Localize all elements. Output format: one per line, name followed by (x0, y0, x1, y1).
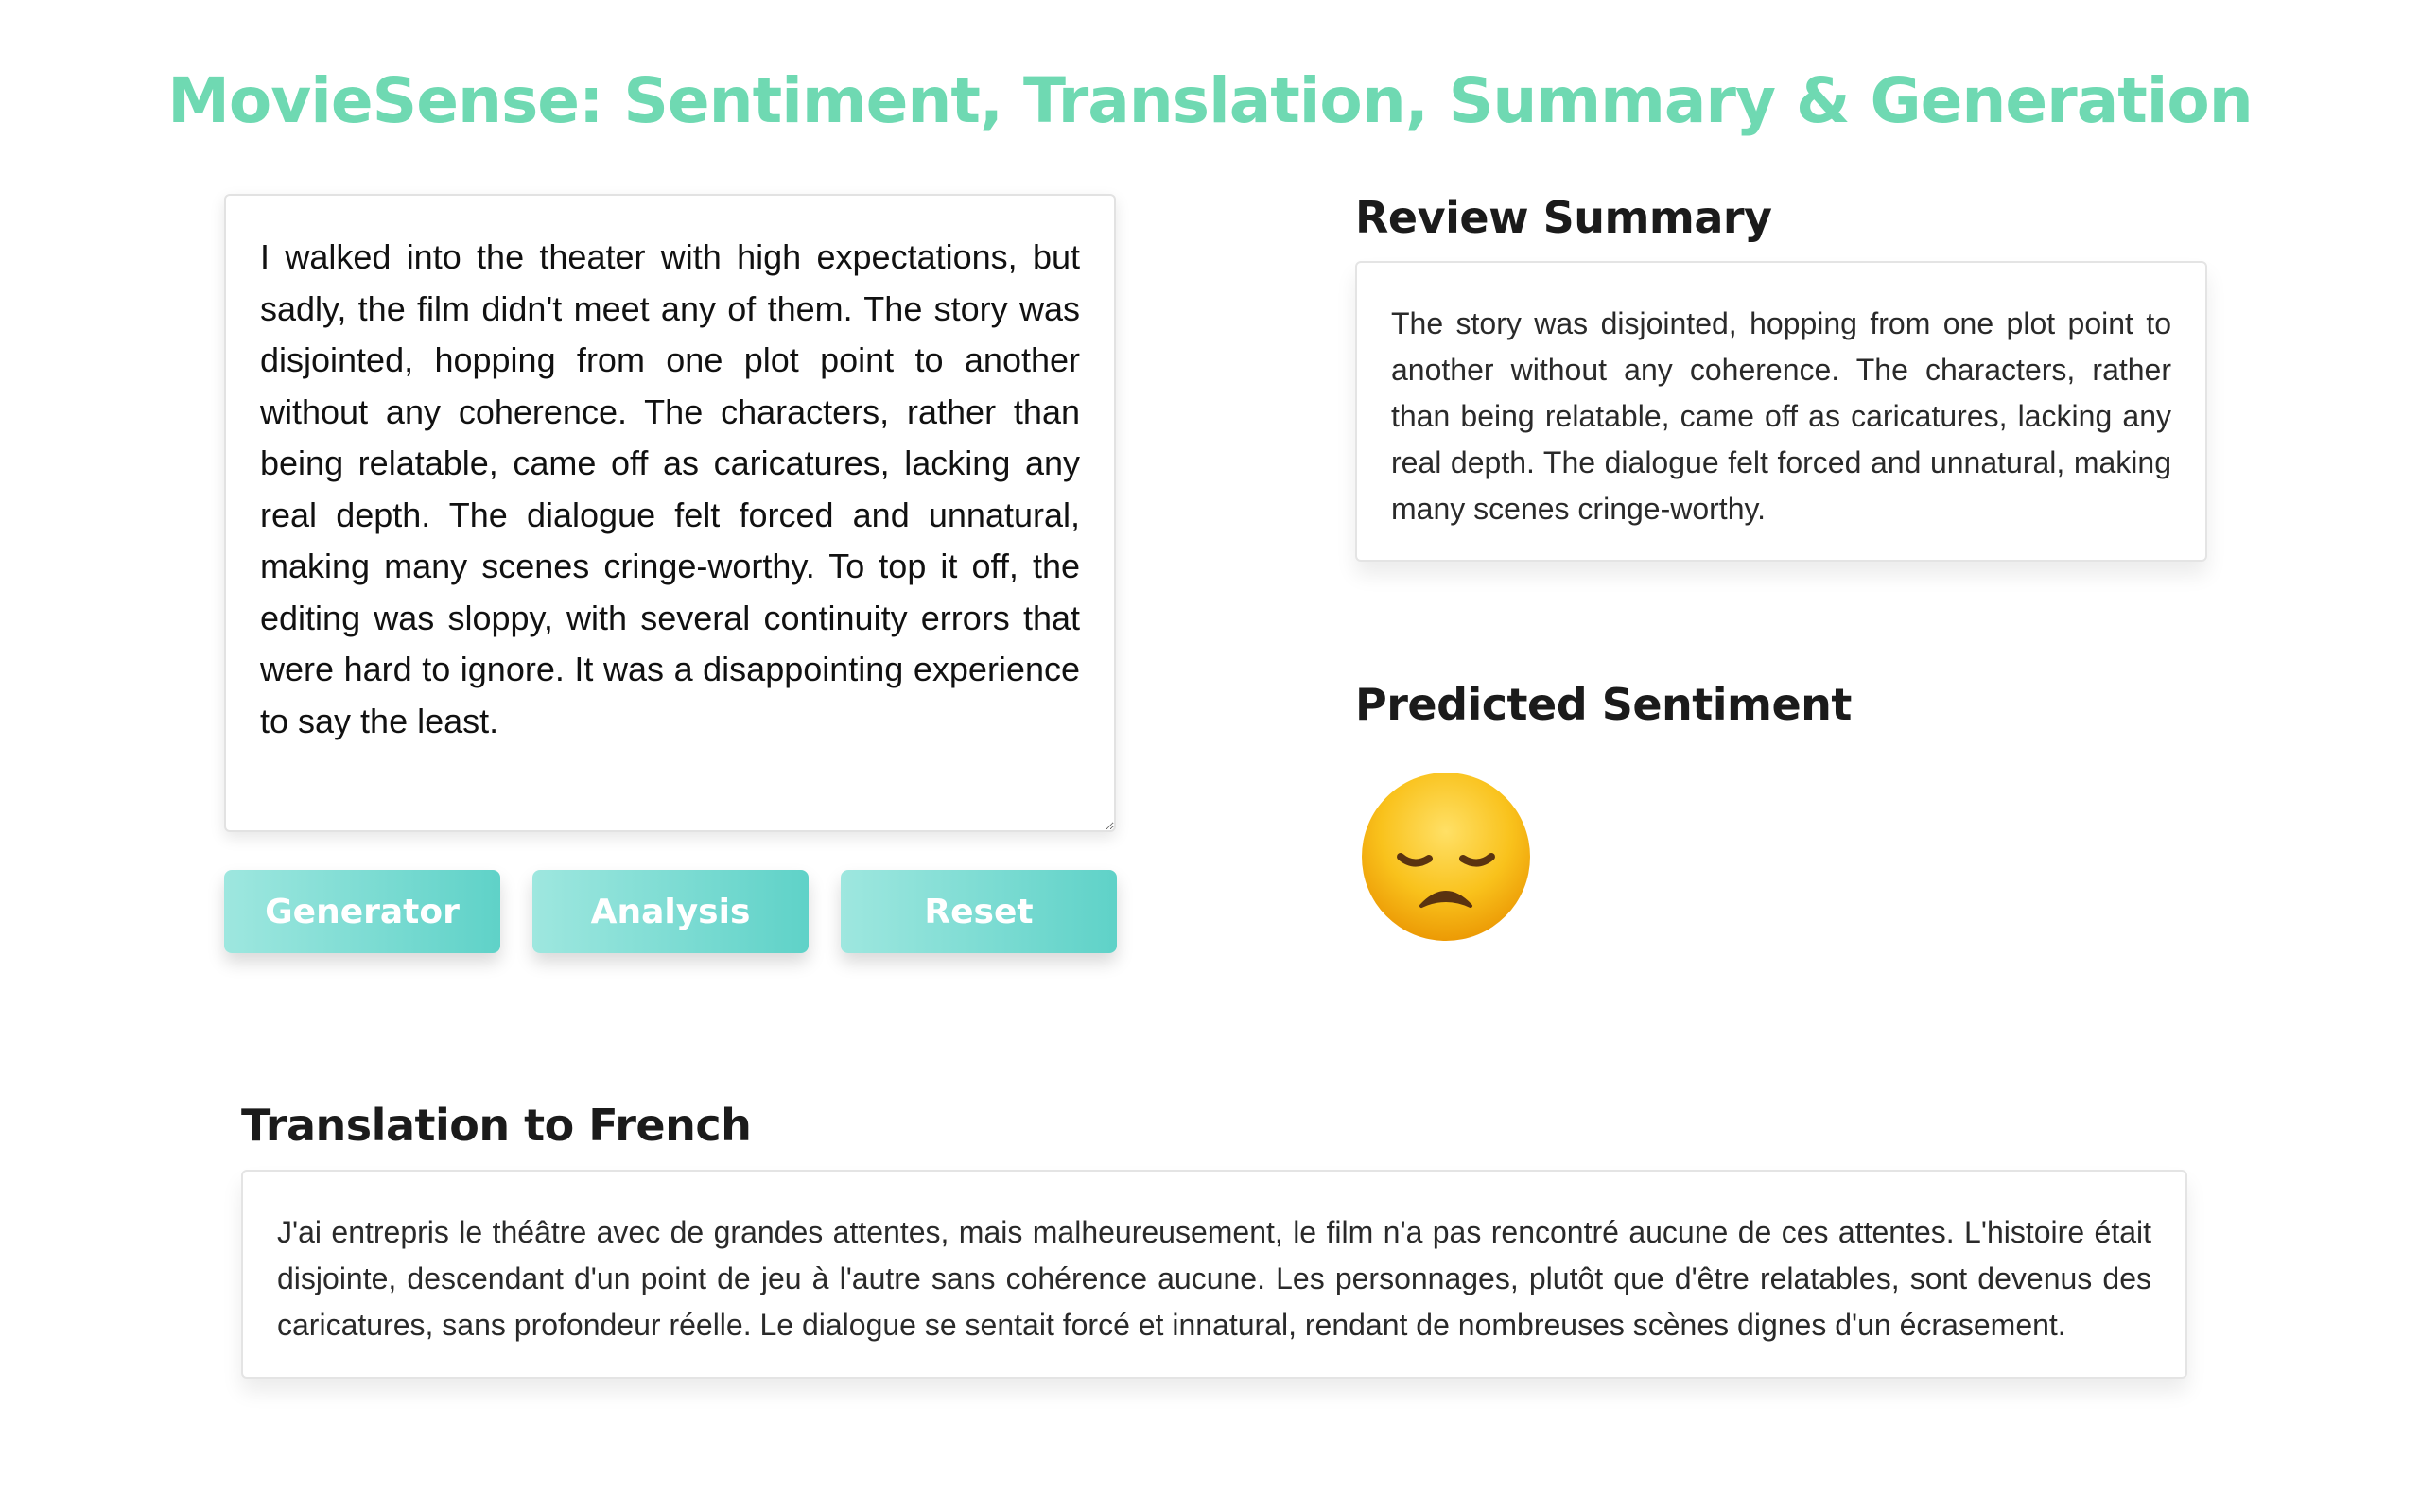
review-summary-card: The story was disjointed, hopping from o… (1355, 261, 2207, 562)
disappointed-face-icon (1359, 770, 1533, 944)
review-summary-text: The story was disjointed, hopping from o… (1391, 306, 2171, 526)
analysis-button[interactable]: Analysis (532, 870, 809, 953)
translation-heading: Translation to French (241, 1100, 752, 1151)
review-input[interactable]: I walked into the theater with high expe… (224, 194, 1116, 832)
predicted-sentiment-heading: Predicted Sentiment (1355, 679, 1852, 730)
generator-button[interactable]: Generator (224, 870, 500, 953)
review-summary-heading: Review Summary (1355, 192, 1772, 243)
translation-text: J'ai entrepris le théâtre avec de grande… (277, 1215, 2151, 1342)
reset-button[interactable]: Reset (841, 870, 1117, 953)
translation-card: J'ai entrepris le théâtre avec de grande… (241, 1170, 2187, 1379)
page-title: MovieSense: Sentiment, Translation, Summ… (167, 64, 2254, 137)
